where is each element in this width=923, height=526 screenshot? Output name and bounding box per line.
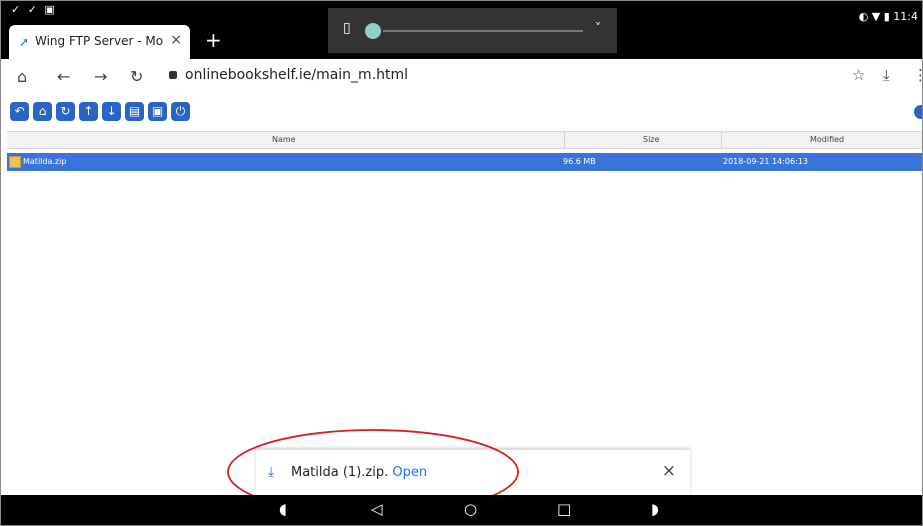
home-circle-icon[interactable]: ○ [464, 500, 477, 518]
recents-square-icon[interactable]: □ [557, 500, 571, 518]
reload-icon[interactable]: ↻ [130, 67, 143, 86]
back-arrow-icon[interactable]: ← [57, 67, 70, 86]
logout-icon[interactable]: ⏻ [171, 102, 190, 121]
address-url[interactable]: onlinebookshelf.ie/main_m.html [185, 67, 408, 83]
view-icon[interactable]: ▣ [148, 102, 167, 121]
download-file-icon[interactable]: ↓ [102, 102, 121, 121]
table-row[interactable]: Matilda.zip 96.6 MB 2018-09-21 14:06:13 [7, 153, 922, 171]
upload-icon[interactable]: ↑ [79, 102, 98, 121]
file-list-header: Name Size Modified [7, 131, 922, 149]
android-nav-bar: ◖ ◁ ○ □ ◗ [1, 495, 922, 525]
download-icon[interactable]: ⤓ [883, 66, 890, 84]
back-triangle-icon[interactable]: ◁ [371, 500, 383, 518]
file-name[interactable]: Matilda.zip [23, 157, 66, 166]
new-tab-button[interactable]: + [205, 28, 222, 52]
status-and-tab-strip: ✓ ✓ ▣ ◐ ▼ ▮ 11:4 ➚ Wing FTP Server - Mo … [1, 1, 922, 59]
home-folder-icon[interactable]: ⌂ [33, 102, 52, 121]
lock-icon [169, 71, 177, 79]
volume-slider-track[interactable] [383, 30, 583, 32]
bookmark-star-icon[interactable]: ☆ [852, 66, 865, 84]
tab-title: Wing FTP Server - Mo [35, 34, 164, 48]
refresh-icon[interactable]: ↻ [56, 102, 75, 121]
column-header-modified[interactable]: Modified [810, 135, 844, 144]
status-icons-right: ◐ ▼ ▮ 11:4 [858, 10, 918, 23]
tab-close-icon[interactable]: × [170, 32, 182, 48]
browser-tab[interactable]: ➚ Wing FTP Server - Mo × [9, 25, 190, 59]
file-size: 96.6 MB [563, 157, 596, 166]
column-divider [564, 132, 565, 148]
menu-icon[interactable]: ⋮ [913, 66, 922, 84]
screen: ✓ ✓ ▣ ◐ ▼ ▮ 11:4 ➚ Wing FTP Server - Mo … [0, 0, 923, 526]
file-modified: 2018-09-21 14:06:13 [723, 157, 808, 166]
delete-icon[interactable]: ▤ [125, 102, 144, 121]
vibrate-icon[interactable]: ▯ [343, 20, 351, 36]
status-icons-left: ✓ ✓ ▣ [11, 3, 57, 16]
column-header-name[interactable]: Name [272, 135, 296, 144]
volume-slider-knob[interactable] [365, 23, 381, 39]
column-header-size[interactable]: Size [643, 135, 659, 144]
expand-chevron-icon[interactable]: ˅ [595, 21, 601, 35]
forward-arrow-icon[interactable]: → [94, 67, 107, 86]
volume-panel: ▯ ˅ [328, 8, 617, 53]
home-icon[interactable]: ⌂ [17, 67, 27, 86]
wing-ftp-favicon-icon: ➚ [19, 35, 30, 49]
close-download-bar-icon[interactable]: × [662, 461, 676, 481]
help-icon[interactable] [914, 105, 922, 119]
zip-file-icon [9, 156, 21, 168]
browser-toolbar: ⌂ ← → ↻ onlinebookshelf.ie/main_m.html ☆… [1, 59, 922, 95]
back-icon[interactable]: ↶ [10, 102, 29, 121]
volume-up-icon[interactable]: ◗ [651, 500, 659, 518]
volume-down-icon[interactable]: ◖ [279, 500, 287, 518]
column-divider [721, 132, 722, 148]
